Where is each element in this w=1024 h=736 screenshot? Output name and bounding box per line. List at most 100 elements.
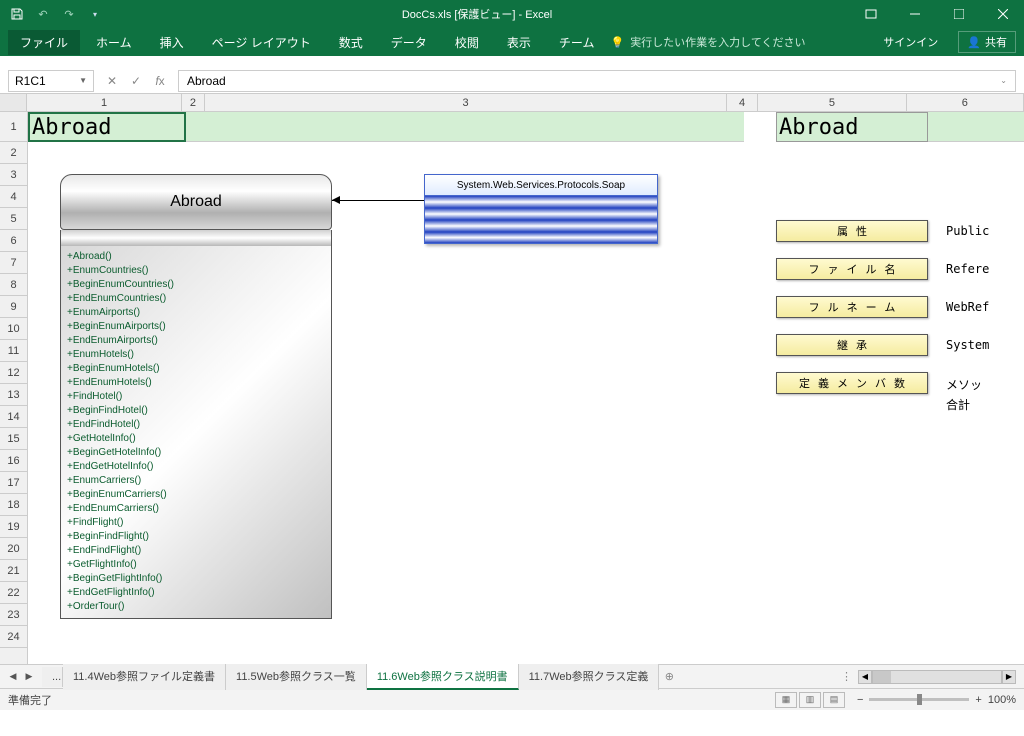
info-label: 属性 [776,220,928,242]
minimize-button[interactable] [894,0,936,28]
sheet-nav-next[interactable]: ▶ [22,670,36,684]
select-all-corner[interactable] [0,94,27,111]
share-label: 共有 [985,34,1007,50]
cell-r1c3[interactable] [186,112,744,142]
worksheet-grid[interactable]: 1 2 3 4 5 6 1234567891011121314151617181… [0,94,1024,664]
signin-button[interactable]: サインイン [875,32,946,52]
maximize-button[interactable] [938,0,980,28]
col-header[interactable]: 5 [758,94,907,111]
row-header[interactable]: 4 [0,186,27,208]
status-ready: 準備完了 [8,692,775,708]
row-header[interactable]: 11 [0,340,27,362]
class-member: +BeginFindHotel() [67,404,325,418]
formula-expand-icon[interactable]: ⌄ [1000,76,1007,85]
col-header[interactable]: 3 [205,94,727,111]
info-value: Refere [946,262,989,276]
zoom-slider[interactable] [869,698,969,701]
tab-review[interactable]: 校閲 [443,30,491,55]
col-header[interactable]: 1 [27,94,181,111]
chevron-down-icon[interactable]: ▼ [79,76,87,85]
sheet-nav-prev[interactable]: ◀ [6,670,20,684]
row-header[interactable]: 3 [0,164,27,186]
parent-class-name: System.Web.Services.Protocols.Soap [424,174,658,196]
row-header[interactable]: 13 [0,384,27,406]
row-header[interactable]: 7 [0,252,27,274]
row-header[interactable]: 10 [0,318,27,340]
qat-customize-icon[interactable]: ▾ [86,5,104,23]
tab-file[interactable]: ファイル [8,30,80,55]
tab-home[interactable]: ホーム [84,30,144,55]
info-value: WebRef [946,300,989,314]
col-header[interactable]: 4 [727,94,758,111]
tell-me-search[interactable]: 💡 実行したい作業を入力してください [610,34,805,50]
name-box[interactable]: R1C1 ▼ [8,70,94,92]
cancel-formula-button[interactable]: ✕ [102,71,122,91]
col-header[interactable]: 6 [907,94,1024,111]
sheet-tab[interactable]: 11.7Web参照クラス定義 [519,664,660,690]
tab-team[interactable]: チーム [547,30,607,55]
col-header[interactable]: 2 [182,94,205,111]
redo-icon[interactable]: ↷ [60,5,78,23]
class-name-header: Abroad [60,174,332,230]
parent-class-box: System.Web.Services.Protocols.Soap [424,174,658,244]
sheet-tab[interactable]: 11.6Web参照クラス説明書 [367,664,519,690]
hscroll-right[interactable]: ▶ [1002,670,1016,684]
view-normal-button[interactable]: ▦ [775,692,797,708]
row-header[interactable]: 23 [0,604,27,626]
cell-r1c1[interactable]: Abroad [28,112,186,142]
tab-pagelayout[interactable]: ページ レイアウト [200,30,323,55]
view-pagelayout-button[interactable]: ▥ [799,692,821,708]
view-pagebreak-button[interactable]: ▤ [823,692,845,708]
row-header[interactable]: 17 [0,472,27,494]
row-header[interactable]: 19 [0,516,27,538]
statusbar: 準備完了 ▦ ▥ ▤ − + 100% [0,688,1024,710]
cell-r1c5[interactable]: Abroad [776,112,928,142]
class-member: +EnumCarriers() [67,474,325,488]
zoom-in-button[interactable]: + [975,694,981,706]
close-button[interactable] [982,0,1024,28]
row-header[interactable]: 6 [0,230,27,252]
save-icon[interactable] [8,5,26,23]
name-box-value: R1C1 [15,74,46,88]
class-member: +BeginFindFlight() [67,530,325,544]
class-member: +OrderTour() [67,600,325,614]
tab-view[interactable]: 表示 [495,30,543,55]
sheet-tab[interactable]: 11.4Web参照ファイル定義書 [63,664,226,690]
undo-icon[interactable]: ↶ [34,5,52,23]
sheet-tab[interactable]: 11.5Web参照クラス一覧 [226,664,367,690]
row-header[interactable]: 15 [0,428,27,450]
row-header[interactable]: 18 [0,494,27,516]
formula-input[interactable]: Abroad ⌄ [178,70,1016,92]
enter-formula-button[interactable]: ✓ [126,71,146,91]
tab-formulas[interactable]: 数式 [327,30,375,55]
class-member: +EnumAirports() [67,306,325,320]
row-header[interactable]: 14 [0,406,27,428]
row-header[interactable]: 9 [0,296,27,318]
fx-button[interactable]: fx [150,71,170,91]
cells-area[interactable]: Abroad Abroad Abroad +Abroad()+EnumCount… [28,112,1024,664]
share-button[interactable]: 👤 共有 [958,31,1016,53]
ribbon-display-button[interactable] [850,0,892,28]
ribbon-tabs: ファイル ホーム 挿入 ページ レイアウト 数式 データ 校閲 表示 チーム 💡… [0,28,1024,56]
info-value: メソッ [946,376,982,393]
row-header[interactable]: 1 [0,112,27,142]
row-header[interactable]: 16 [0,450,27,472]
class-member: +EnumHotels() [67,348,325,362]
zoom-out-button[interactable]: − [857,694,863,706]
zoom-level[interactable]: 100% [988,694,1016,706]
add-sheet-button[interactable]: ⊕ [659,670,679,683]
cell-r1c6[interactable] [928,112,1024,142]
row-header[interactable]: 22 [0,582,27,604]
horizontal-scrollbar[interactable] [872,670,1002,684]
row-header[interactable]: 8 [0,274,27,296]
tab-insert[interactable]: 挿入 [148,30,196,55]
row-header[interactable]: 5 [0,208,27,230]
row-header[interactable]: 12 [0,362,27,384]
row-header[interactable]: 24 [0,626,27,648]
sheet-tab-ellipsis[interactable]: ... [42,667,63,687]
row-header[interactable]: 21 [0,560,27,582]
row-header[interactable]: 20 [0,538,27,560]
row-header[interactable]: 2 [0,142,27,164]
hscroll-left[interactable]: ◀ [858,670,872,684]
tab-data[interactable]: データ [379,30,439,55]
